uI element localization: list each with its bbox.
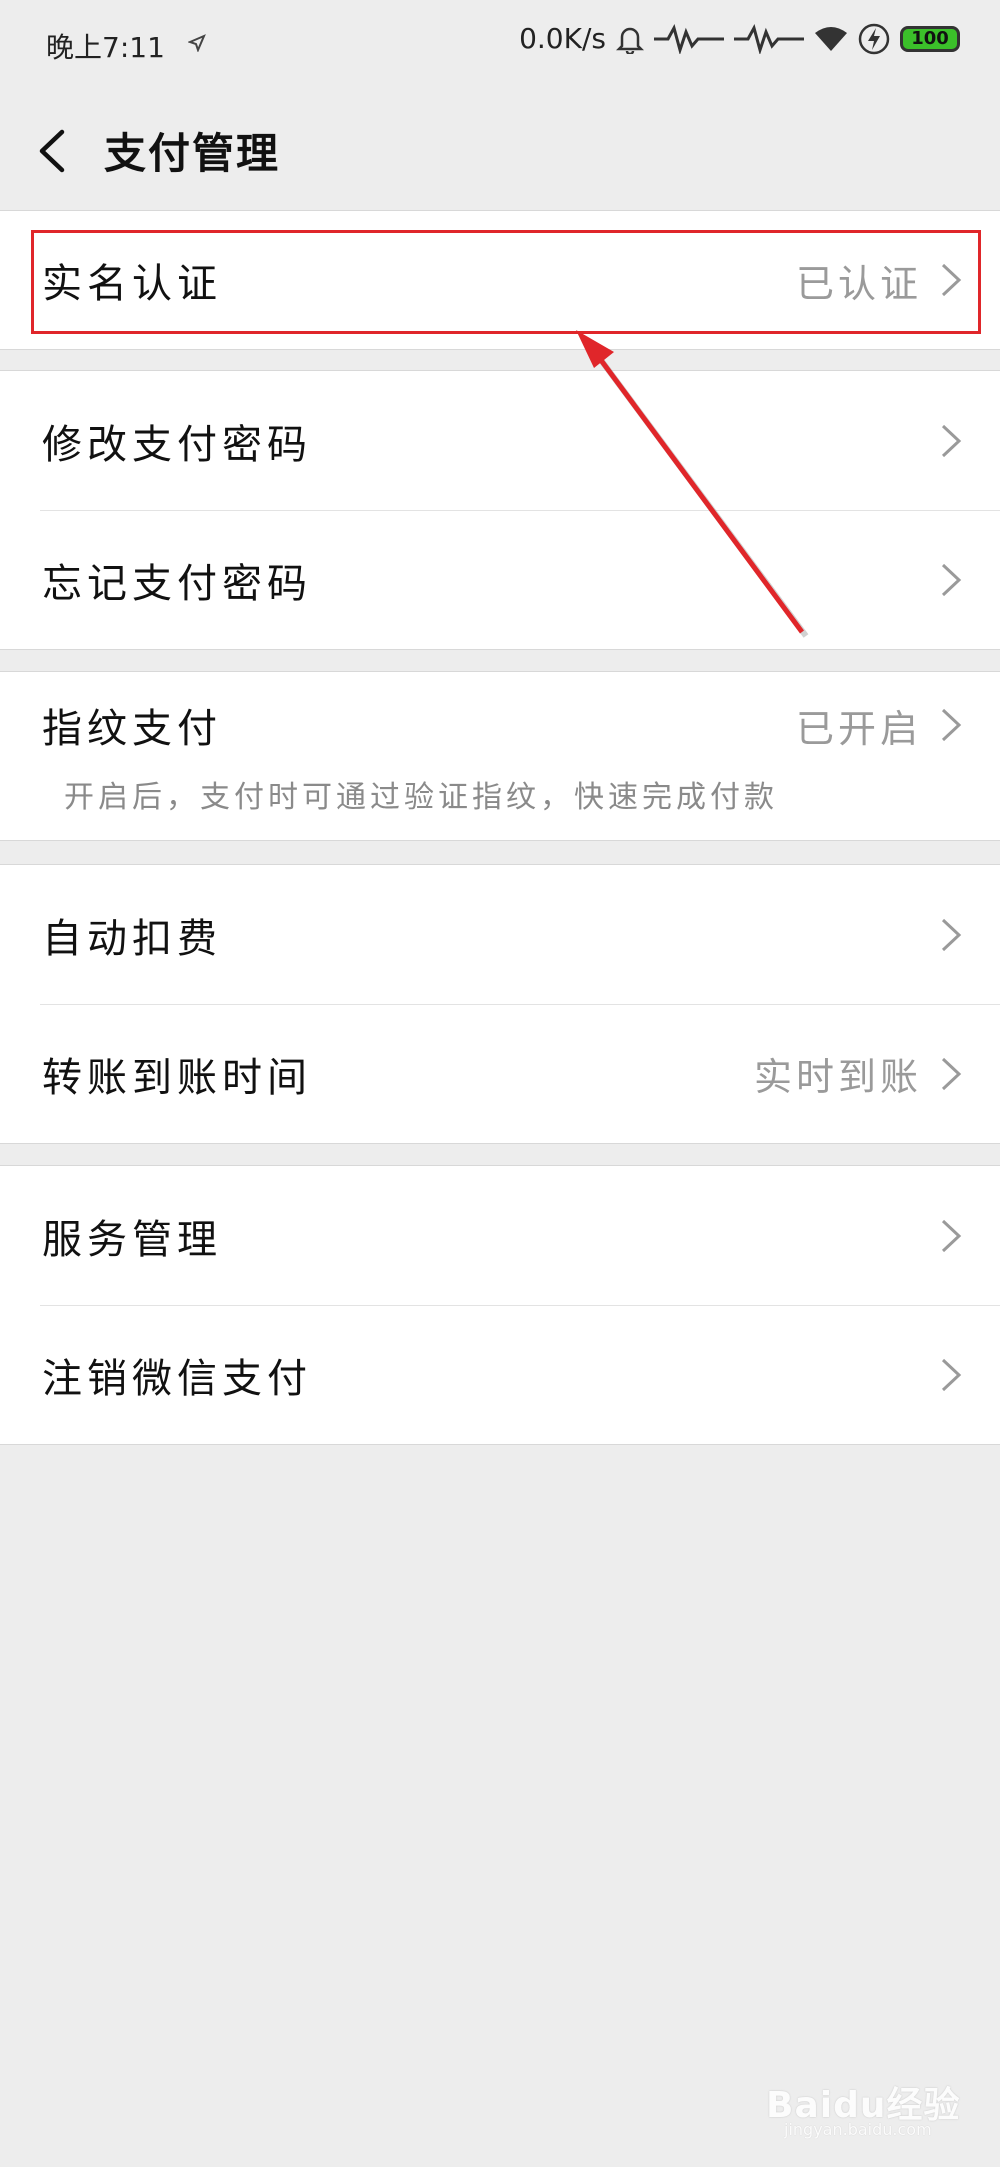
row-value: 已认证	[795, 261, 922, 306]
row-value: 已开启	[795, 706, 922, 751]
cancel-wechat-pay-item[interactable]: 注销微信支付	[0, 1305, 1000, 1444]
navigation-bar: 支付管理	[0, 90, 1000, 208]
row-label: 自动扣费	[42, 915, 222, 962]
back-arrow-icon[interactable]	[34, 126, 68, 176]
forgot-pay-password-item[interactable]: 忘记支付密码	[0, 510, 1000, 649]
chevron-right-icon	[941, 563, 962, 596]
chevron-right-icon	[941, 263, 962, 297]
signal-wave-icon	[734, 23, 804, 54]
row-label: 忘记支付密码	[42, 560, 312, 607]
row-label: 实名认证	[42, 261, 222, 307]
page-title: 支付管理	[104, 129, 281, 178]
battery-icon: 100	[900, 25, 960, 52]
chevron-right-icon	[941, 1219, 962, 1252]
row-label: 修改支付密码	[42, 421, 312, 468]
row-label: 服务管理	[42, 1216, 222, 1263]
signal-wave-icon	[654, 23, 724, 54]
battery-level: 100	[911, 28, 949, 49]
chevron-right-icon	[941, 708, 962, 742]
real-name-verification-item[interactable]: 实名认证 已认证	[0, 211, 1000, 349]
auto-deduct-item[interactable]: 自动扣费	[0, 865, 1000, 1004]
location-icon	[188, 34, 206, 52]
row-value: 实时到账	[753, 1055, 922, 1099]
change-pay-password-item[interactable]: 修改支付密码	[0, 371, 1000, 510]
bell-icon	[616, 27, 644, 54]
row-description: 开启后，支付时可通过验证指纹，快速完成付款	[64, 780, 778, 815]
settings-group-verification: 实名认证 已认证	[0, 210, 1000, 350]
status-bar: 晚上7:11 0.0K/s 100	[0, 0, 1000, 90]
network-speed: 0.0K/s	[519, 22, 606, 55]
transfer-arrival-time-item[interactable]: 转账到账时间 实时到账	[0, 1004, 1000, 1143]
watermark-url: jingyan.baidu.com	[784, 2120, 932, 2139]
chevron-right-icon	[941, 1057, 962, 1090]
chevron-right-icon	[941, 918, 962, 951]
row-label: 注销微信支付	[42, 1355, 312, 1402]
status-time: 晚上7:11	[46, 31, 165, 64]
wifi-icon	[815, 26, 847, 51]
chevron-right-icon	[941, 1358, 962, 1391]
baidu-watermark: Baidu经验 jingyan.baidu.com	[766, 2062, 976, 2139]
fingerprint-pay-item[interactable]: 指纹支付 已开启 开启后，支付时可通过验证指纹，快速完成付款	[0, 672, 1000, 840]
service-management-item[interactable]: 服务管理	[0, 1166, 1000, 1305]
row-label: 转账到账时间	[42, 1054, 312, 1101]
settings-group-service: 服务管理 注销微信支付	[0, 1165, 1000, 1445]
charging-icon	[858, 23, 890, 54]
settings-group-fingerprint: 指纹支付 已开启 开启后，支付时可通过验证指纹，快速完成付款	[0, 671, 1000, 841]
chevron-right-icon	[941, 424, 962, 457]
status-icons: 0.0K/s 100	[519, 22, 960, 55]
row-label: 指纹支付	[42, 706, 222, 752]
settings-group-payment: 自动扣费 转账到账时间 实时到账	[0, 864, 1000, 1144]
settings-group-password: 修改支付密码 忘记支付密码	[0, 370, 1000, 650]
